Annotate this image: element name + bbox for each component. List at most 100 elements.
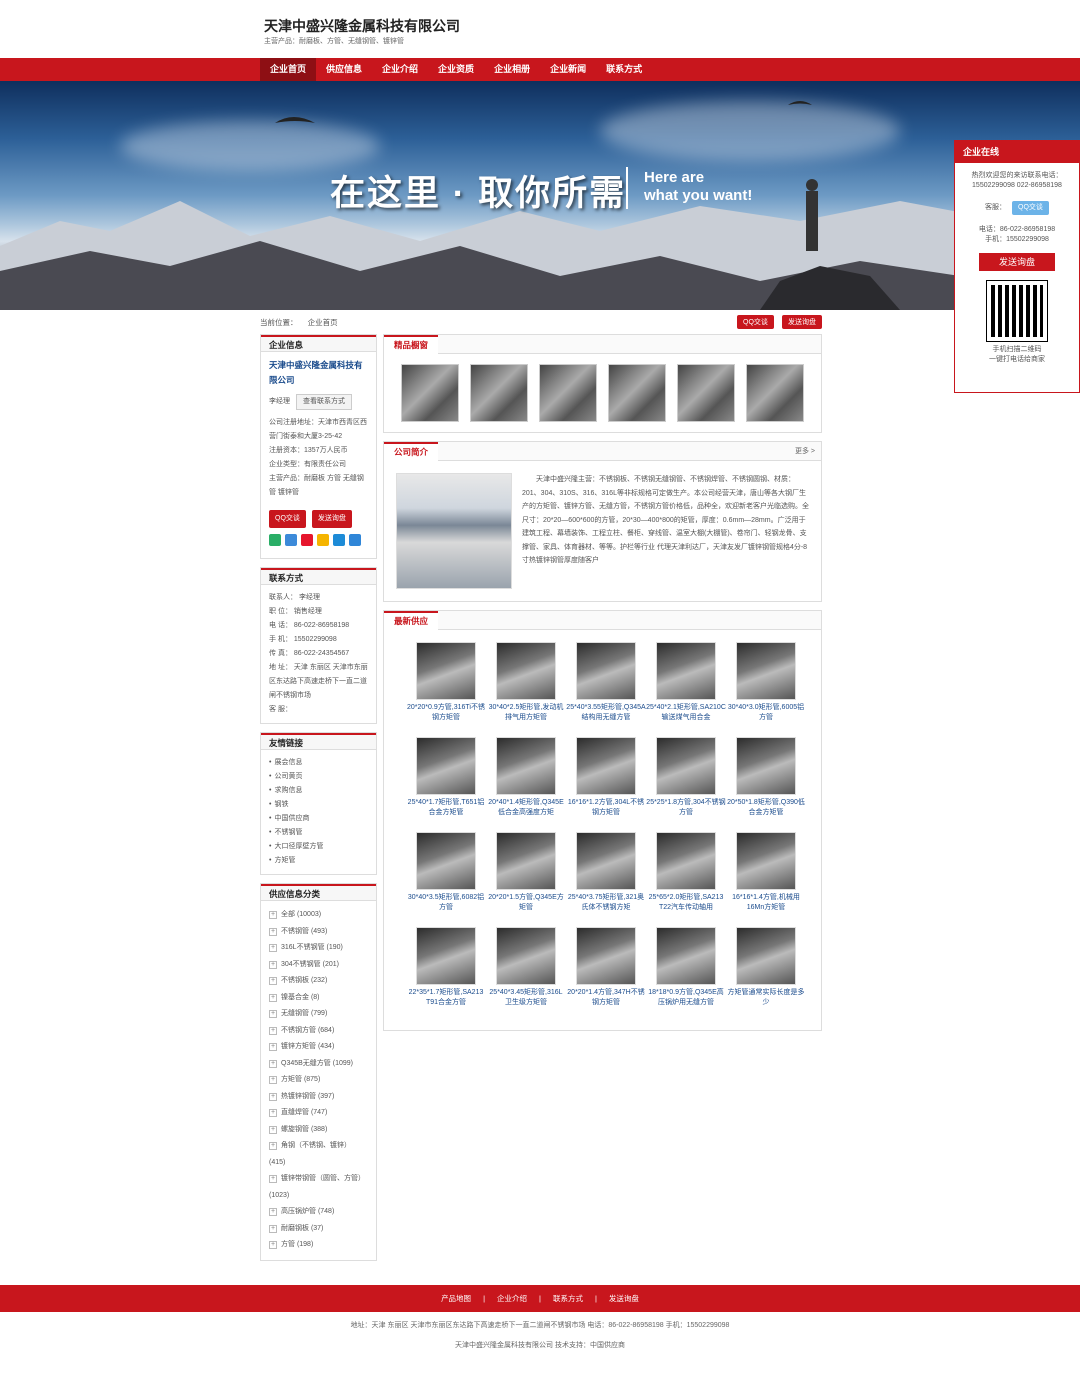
footer-link-map[interactable]: 产品地图 bbox=[441, 1293, 471, 1304]
product-caption[interactable]: 30*40*3.5矩形管,6082铝方管 bbox=[406, 893, 486, 913]
category-item[interactable]: + 无缝钢管 (799) bbox=[269, 1006, 368, 1023]
expand-icon[interactable]: + bbox=[269, 1142, 277, 1150]
category-label[interactable]: 镀锌带钢管（圆管、方管） (1023) bbox=[269, 1175, 365, 1199]
qq-icon[interactable] bbox=[285, 534, 297, 546]
product-card[interactable]: 20*20*1.4方管,347H不锈钢方矩管 bbox=[566, 927, 646, 1022]
category-label[interactable]: 直缝焊管 (747) bbox=[281, 1109, 327, 1116]
company-name[interactable]: 天津中盛兴隆金属科技有限公司 bbox=[264, 16, 460, 36]
friend-link[interactable]: 不锈钢管 bbox=[269, 826, 368, 840]
product-card[interactable]: 16*16*1.2方管,304L不锈钢方矩管 bbox=[566, 737, 646, 832]
product-caption[interactable]: 30*40*2.5矩形管,发动机排气用方矩管 bbox=[486, 703, 566, 723]
product-image[interactable] bbox=[656, 927, 716, 985]
product-image[interactable] bbox=[576, 737, 636, 795]
category-item[interactable]: + 方矩管 (875) bbox=[269, 1072, 368, 1089]
wechat-icon[interactable] bbox=[269, 534, 281, 546]
product-caption[interactable]: 16*16*1.2方管,304L不锈钢方矩管 bbox=[566, 798, 646, 818]
expand-icon[interactable]: + bbox=[269, 1059, 277, 1068]
nav-about[interactable]: 企业介绍 bbox=[372, 58, 428, 81]
category-item[interactable]: + 热镀锌钢管 (397) bbox=[269, 1089, 368, 1106]
category-item[interactable]: + 耐磨钢板 (37) bbox=[269, 1221, 368, 1238]
product-card[interactable]: 25*40*2.1矩形管,SA210C输送煤气用合金 bbox=[646, 642, 726, 737]
product-image[interactable] bbox=[496, 832, 556, 890]
product-card[interactable]: 25*40*3.45矩形管,316L卫生级方矩管 bbox=[486, 927, 566, 1022]
nav-album[interactable]: 企业相册 bbox=[484, 58, 540, 81]
expand-icon[interactable]: + bbox=[269, 1175, 277, 1183]
info-qq-button[interactable]: QQ交谈 bbox=[269, 510, 306, 528]
product-card[interactable]: 20*40*1.4矩形管,Q345E低合金高强度方矩 bbox=[486, 737, 566, 832]
category-item[interactable]: + 不锈钢方管 (684) bbox=[269, 1023, 368, 1040]
showcase-image[interactable] bbox=[676, 364, 735, 422]
category-item[interactable]: +304不锈钢管 (201) bbox=[269, 957, 368, 974]
product-card[interactable]: 25*40*3.55矩形管,Q345A结构用无缝方管 bbox=[566, 642, 646, 737]
category-item[interactable]: + 角钢（不锈钢、镀锌） (415) bbox=[269, 1138, 368, 1171]
product-card[interactable]: 20*50*1.8矩形管,Q390低合金方矩管 bbox=[726, 737, 806, 832]
product-image[interactable] bbox=[576, 927, 636, 985]
product-card[interactable]: 30*40*3.0矩形管,6005铝方管 bbox=[726, 642, 806, 737]
expand-icon[interactable]: + bbox=[269, 1076, 277, 1084]
product-image[interactable] bbox=[576, 832, 636, 890]
expand-icon[interactable]: + bbox=[269, 1092, 277, 1101]
nav-home[interactable]: 企业首页 bbox=[260, 58, 317, 81]
product-caption[interactable]: 20*20*0.9方管,316Ti不锈钢方矩管 bbox=[406, 703, 486, 723]
category-label[interactable]: 方矩管 (875) bbox=[281, 1076, 320, 1083]
category-label[interactable]: 方管 (198) bbox=[281, 1241, 313, 1248]
product-image[interactable] bbox=[576, 642, 636, 700]
category-label[interactable]: 304不锈钢管 (201) bbox=[281, 961, 339, 968]
product-image[interactable] bbox=[656, 832, 716, 890]
product-image[interactable] bbox=[496, 642, 556, 700]
category-item[interactable]: + 直缝焊管 (747) bbox=[269, 1105, 368, 1122]
more-share-icon[interactable] bbox=[349, 534, 361, 546]
expand-icon[interactable]: + bbox=[269, 1208, 277, 1216]
product-image[interactable] bbox=[496, 737, 556, 795]
category-label[interactable]: 热镀锌钢管 (397) bbox=[281, 1093, 334, 1100]
send-inquiry-button[interactable]: 发送询盘 bbox=[782, 315, 822, 329]
friend-link[interactable]: 求购信息 bbox=[269, 784, 368, 798]
product-card[interactable]: 22*35*1.7矩形管,SA213 T91合金方管 bbox=[406, 927, 486, 1022]
nav-news[interactable]: 企业新闻 bbox=[540, 58, 596, 81]
product-card[interactable]: 20*20*1.5方管,Q345E方矩管 bbox=[486, 832, 566, 927]
showcase-image[interactable] bbox=[745, 364, 804, 422]
category-item[interactable]: + 不锈钢板 (232) bbox=[269, 973, 368, 990]
expand-icon[interactable]: + bbox=[269, 1010, 277, 1018]
float-qq-button[interactable]: QQ交谈 bbox=[1012, 201, 1049, 215]
showcase-image[interactable] bbox=[470, 364, 529, 422]
product-image[interactable] bbox=[656, 642, 716, 700]
intro-more-link[interactable]: 更多 > bbox=[795, 446, 821, 456]
category-item[interactable]: + Q345B无缝方管 (1099) bbox=[269, 1056, 368, 1073]
expand-icon[interactable]: + bbox=[269, 960, 277, 969]
product-caption[interactable]: 25*40*3.55矩形管,Q345A结构用无缝方管 bbox=[566, 703, 646, 723]
product-image[interactable] bbox=[656, 737, 716, 795]
expand-icon[interactable]: + bbox=[269, 1026, 277, 1035]
footer-link-inquiry[interactable]: 发送询盘 bbox=[609, 1293, 639, 1304]
showcase-image[interactable] bbox=[401, 364, 460, 422]
product-caption[interactable]: 25*40*2.1矩形管,SA210C输送煤气用合金 bbox=[646, 703, 726, 723]
product-caption[interactable]: 20*20*1.5方管,Q345E方矩管 bbox=[486, 893, 566, 913]
expand-icon[interactable]: + bbox=[269, 927, 277, 936]
category-label[interactable]: 高压锅炉管 (748) bbox=[281, 1208, 334, 1215]
product-card[interactable]: 25*40*1.7矩形管,T651铝合金方矩管 bbox=[406, 737, 486, 832]
float-send-inquiry-button[interactable]: 发送询盘 bbox=[979, 253, 1055, 271]
expand-icon[interactable]: + bbox=[269, 1043, 277, 1051]
expand-icon[interactable]: + bbox=[269, 944, 277, 952]
product-image[interactable] bbox=[416, 642, 476, 700]
expand-icon[interactable]: + bbox=[269, 977, 277, 985]
nav-supply[interactable]: 供应信息 bbox=[316, 58, 372, 81]
product-caption[interactable]: 20*50*1.8矩形管,Q390低合金方矩管 bbox=[726, 798, 806, 818]
product-card[interactable]: 方矩管通常实际长度是多少 bbox=[726, 927, 806, 1022]
product-card[interactable]: 20*20*0.9方管,316Ti不锈钢方矩管 bbox=[406, 642, 486, 737]
category-label[interactable]: 无缝钢管 (799) bbox=[281, 1010, 327, 1017]
product-caption[interactable]: 16*16*1.4方管,机械用16Mn方矩管 bbox=[726, 893, 806, 913]
category-item[interactable]: + 高压锅炉管 (748) bbox=[269, 1204, 368, 1221]
category-label[interactable]: 镍基合金 (8) bbox=[281, 994, 320, 1001]
category-item[interactable]: + 镍基合金 (8) bbox=[269, 990, 368, 1007]
product-image[interactable] bbox=[416, 927, 476, 985]
product-image[interactable] bbox=[496, 927, 556, 985]
product-caption[interactable]: 18*18*0.9方管,Q345E高压锅炉用无缝方管 bbox=[646, 988, 726, 1008]
expand-icon[interactable]: + bbox=[269, 1109, 277, 1117]
friend-link[interactable]: 方矩管 bbox=[269, 854, 368, 868]
friend-link[interactable]: 展会信息 bbox=[269, 756, 368, 770]
expand-icon[interactable]: + bbox=[269, 1241, 277, 1249]
showcase-image[interactable] bbox=[539, 364, 598, 422]
category-label[interactable]: 不锈钢板 (232) bbox=[281, 977, 327, 984]
product-caption[interactable]: 30*40*3.0矩形管,6005铝方管 bbox=[726, 703, 806, 723]
